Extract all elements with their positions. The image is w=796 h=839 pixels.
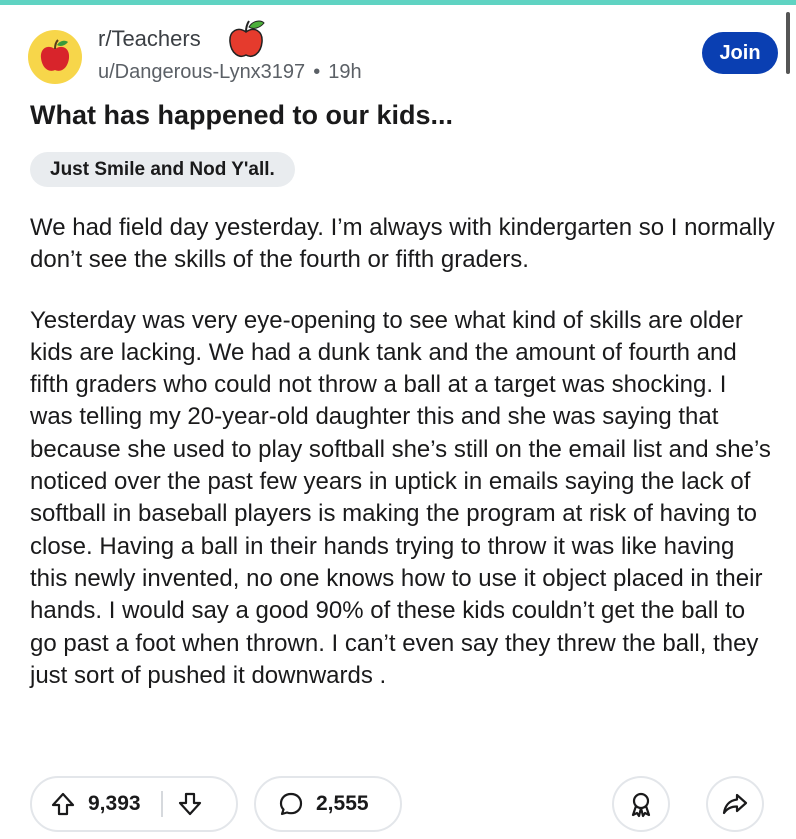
arrow-up-icon[interactable] [50, 791, 76, 817]
post-meta: u/Dangerous-Lynx3197 • 19h [98, 61, 362, 84]
post-title: What has happened to our kids... [30, 100, 454, 130]
username-link[interactable]: u/Dangerous-Lynx3197 [98, 61, 305, 83]
subreddit-avatar[interactable] [28, 30, 82, 84]
post-paragraph: We had field day yesterday. I’m always w… [30, 214, 775, 274]
scrollbar[interactable] [786, 12, 790, 74]
comments-button[interactable]: 2,555 [254, 776, 402, 832]
meta-separator: • [313, 61, 321, 83]
subreddit-name[interactable]: r/Teachers [98, 26, 201, 52]
arrow-down-icon[interactable] [177, 791, 203, 817]
post-time: 19h [328, 61, 362, 83]
upvote-count: 9,393 [88, 792, 141, 815]
comment-count: 2,555 [316, 792, 369, 815]
share-icon [722, 793, 748, 815]
post-flair[interactable]: Just Smile and Nod Y'all. [30, 152, 295, 187]
join-button[interactable]: Join [702, 32, 778, 74]
apple-icon [40, 39, 70, 71]
award-icon [631, 792, 651, 818]
post-body: We had field day yesterday. I’m always w… [30, 212, 775, 720]
vote-control: 9,393 [30, 776, 238, 832]
post-paragraph: Yesterday was very eye-opening to see wh… [30, 306, 771, 689]
top-accent-bar [0, 0, 796, 5]
apple-emoji-icon [226, 18, 268, 65]
award-button[interactable] [612, 776, 670, 832]
comment-bubble-icon [278, 791, 304, 817]
vote-divider [160, 791, 163, 817]
share-button[interactable] [706, 776, 764, 832]
